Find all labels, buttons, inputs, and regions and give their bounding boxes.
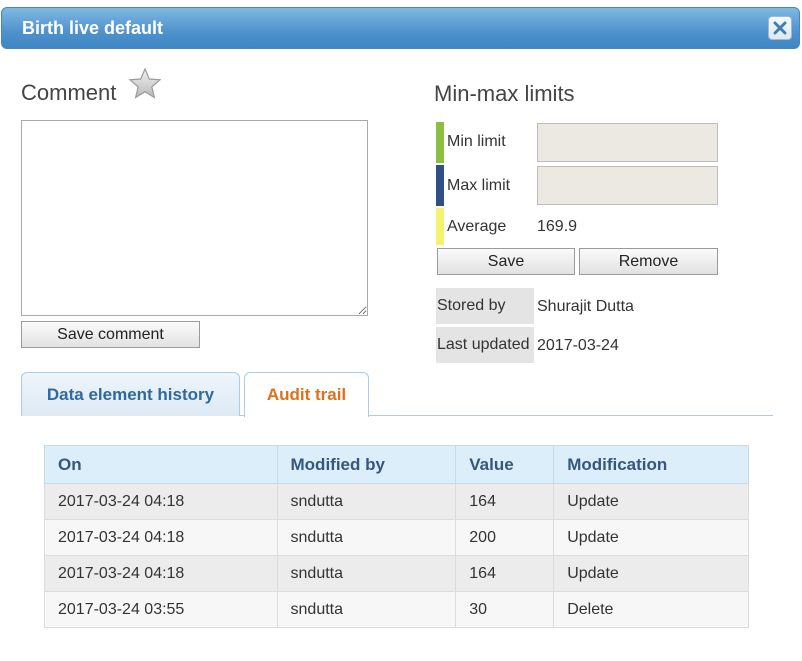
dialog: Birth live default Comment Save comment … (0, 0, 802, 661)
stored-by-label: Stored by (436, 288, 534, 324)
cell-on: 2017-03-24 04:18 (44, 555, 278, 592)
close-icon (773, 21, 787, 35)
remove-limits-button[interactable]: Remove (579, 248, 718, 275)
min-limit-color-bar (436, 122, 444, 163)
save-limits-button[interactable]: Save (437, 248, 575, 275)
cell-value: 200 (455, 519, 555, 556)
audit-header-row: On Modified by Value Modification (44, 445, 749, 484)
min-limit-input[interactable] (537, 123, 718, 162)
tab-data-element-history[interactable]: Data element history (21, 372, 240, 416)
table-row: 2017-03-24 03:55 sndutta 30 Delete (44, 591, 749, 628)
table-row: 2017-03-24 04:18 sndutta 164 Update (44, 555, 749, 592)
cell-modification: Update (553, 483, 749, 520)
cell-on: 2017-03-24 03:55 (44, 591, 278, 628)
last-updated-label: Last updated (436, 327, 534, 363)
minmax-heading: Min-max limits (434, 81, 575, 106)
save-comment-button[interactable]: Save comment (21, 321, 200, 348)
last-updated-value: 2017-03-24 (537, 337, 619, 354)
tab-audit-trail[interactable]: Audit trail (244, 372, 369, 417)
max-limit-input[interactable] (537, 166, 718, 205)
stored-by-value: Shurajit Dutta (537, 298, 634, 315)
star-icon[interactable] (128, 67, 162, 101)
cell-on: 2017-03-24 04:18 (44, 519, 278, 556)
max-limit-color-bar (436, 165, 444, 206)
cell-on: 2017-03-24 04:18 (44, 483, 278, 520)
dialog-titlebar[interactable]: Birth live default (1, 7, 800, 49)
dialog-title: Birth live default (22, 18, 164, 38)
cell-value: 164 (455, 555, 555, 592)
max-limit-label: Max limit (447, 177, 511, 194)
cell-modification: Delete (553, 591, 749, 628)
cell-modified-by: sndutta (276, 483, 457, 520)
column-header-value[interactable]: Value (455, 445, 555, 484)
column-header-modified-by[interactable]: Modified by (276, 445, 457, 484)
max-limit-row: Max limit (436, 165, 536, 206)
close-button[interactable] (768, 16, 792, 40)
cell-modified-by: sndutta (276, 591, 457, 628)
table-row: 2017-03-24 04:18 sndutta 200 Update (44, 519, 749, 556)
cell-modified-by: sndutta (276, 555, 457, 592)
comment-textarea[interactable] (21, 120, 368, 316)
average-label: Average (447, 218, 507, 235)
average-row: Average (436, 208, 536, 245)
column-header-modification[interactable]: Modification (553, 445, 749, 484)
average-color-bar (436, 208, 444, 245)
cell-modification: Update (553, 555, 749, 592)
average-value: 169.9 (537, 218, 578, 235)
cell-modified-by: sndutta (276, 519, 457, 556)
cell-modification: Update (553, 519, 749, 556)
table-row: 2017-03-24 04:18 sndutta 164 Update (44, 483, 749, 520)
min-limit-row: Min limit (436, 122, 536, 163)
cell-value: 30 (455, 591, 555, 628)
column-header-on[interactable]: On (44, 445, 278, 484)
audit-table: On Modified by Value Modification 2017-0… (44, 445, 749, 628)
cell-value: 164 (455, 483, 555, 520)
min-limit-label: Min limit (447, 133, 506, 150)
comment-heading: Comment (21, 80, 117, 105)
